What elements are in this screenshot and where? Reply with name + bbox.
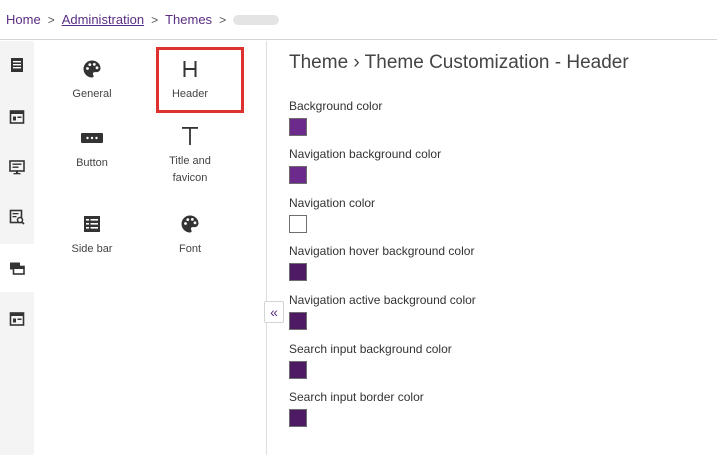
tile-label-line1: Title and	[169, 155, 211, 167]
breadcrumb-current-redacted	[233, 14, 280, 25]
field-navigation-active-background-color: Navigation active background color	[289, 292, 476, 330]
stacked-windows-icon	[10, 262, 25, 275]
breadcrumb-home[interactable]: Home	[6, 12, 41, 27]
panel-divider	[266, 41, 267, 455]
field-navigation-color: Navigation color	[289, 195, 375, 233]
rail-item-layout[interactable]	[0, 93, 34, 141]
header-h-icon	[183, 61, 197, 77]
field-label: Search input background color	[289, 342, 452, 356]
color-swatch[interactable]	[289, 312, 307, 330]
tile-label: Header	[171, 88, 209, 100]
search-document-icon	[9, 209, 25, 225]
side-bar-icon	[84, 216, 100, 232]
breadcrumb-separator: >	[219, 12, 227, 27]
breadcrumb: Home > Administration > Themes >	[0, 0, 717, 40]
color-swatch[interactable]	[289, 409, 307, 427]
field-label: Background color	[289, 99, 383, 113]
tile-label: General	[72, 88, 112, 100]
tile-title-favicon[interactable]: Title and favicon	[154, 125, 226, 187]
left-icon-rail	[0, 41, 34, 455]
field-label: Search input border color	[289, 390, 424, 404]
tile-header[interactable]: Header	[154, 58, 226, 103]
text-t-icon	[182, 127, 198, 145]
collapse-panel-button[interactable]: «	[264, 301, 284, 323]
field-label: Navigation active background color	[289, 293, 476, 307]
breadcrumb-separator: >	[151, 12, 159, 27]
field-navigation-background-color: Navigation background color	[289, 146, 441, 184]
color-swatch[interactable]	[289, 166, 307, 184]
tile-side-bar[interactable]: Side bar	[56, 213, 128, 258]
color-swatch[interactable]	[289, 361, 307, 379]
layout-window-icon	[9, 110, 25, 124]
rail-item-theme[interactable]	[0, 244, 34, 292]
tile-button[interactable]: Button	[56, 127, 128, 172]
breadcrumb-administration[interactable]: Administration	[62, 12, 144, 27]
tile-label-line2: favicon	[172, 172, 208, 184]
tile-general[interactable]: General	[56, 58, 128, 103]
color-swatch[interactable]	[289, 118, 307, 136]
layout-window-icon	[9, 312, 25, 326]
tile-label: Font	[178, 243, 201, 255]
theme-section-grid: General Header Button Title and favicon …	[34, 41, 266, 455]
tile-label: Button	[76, 157, 108, 169]
field-background-color: Background color	[289, 98, 382, 136]
rail-item-search-document[interactable]	[0, 193, 34, 241]
double-chevron-left-icon: «	[270, 304, 278, 320]
tile-font[interactable]: Font	[154, 213, 226, 258]
color-swatch[interactable]	[289, 263, 307, 281]
page-title: Theme › Theme Customization - Header	[289, 52, 629, 73]
field-label: Navigation background color	[289, 147, 442, 161]
field-label: Navigation color	[289, 196, 376, 210]
breadcrumb-themes[interactable]: Themes	[165, 12, 212, 27]
breadcrumb-separator: >	[47, 12, 55, 27]
color-swatch[interactable]	[289, 215, 307, 233]
palette-icon	[181, 215, 199, 233]
list-page-icon	[11, 58, 23, 72]
rail-item-layout-2[interactable]	[0, 295, 34, 343]
tile-label: Side bar	[71, 243, 113, 255]
field-search-input-background-color: Search input background color	[289, 341, 452, 379]
presentation-icon	[9, 160, 25, 175]
rail-item-presentation[interactable]	[0, 143, 34, 191]
palette-icon	[83, 60, 101, 78]
field-search-input-border-color: Search input border color	[289, 389, 424, 427]
field-navigation-hover-background-color: Navigation hover background color	[289, 243, 474, 281]
button-icon	[81, 133, 103, 143]
field-label: Navigation hover background color	[289, 244, 475, 258]
rail-item-list-page[interactable]	[0, 41, 34, 89]
